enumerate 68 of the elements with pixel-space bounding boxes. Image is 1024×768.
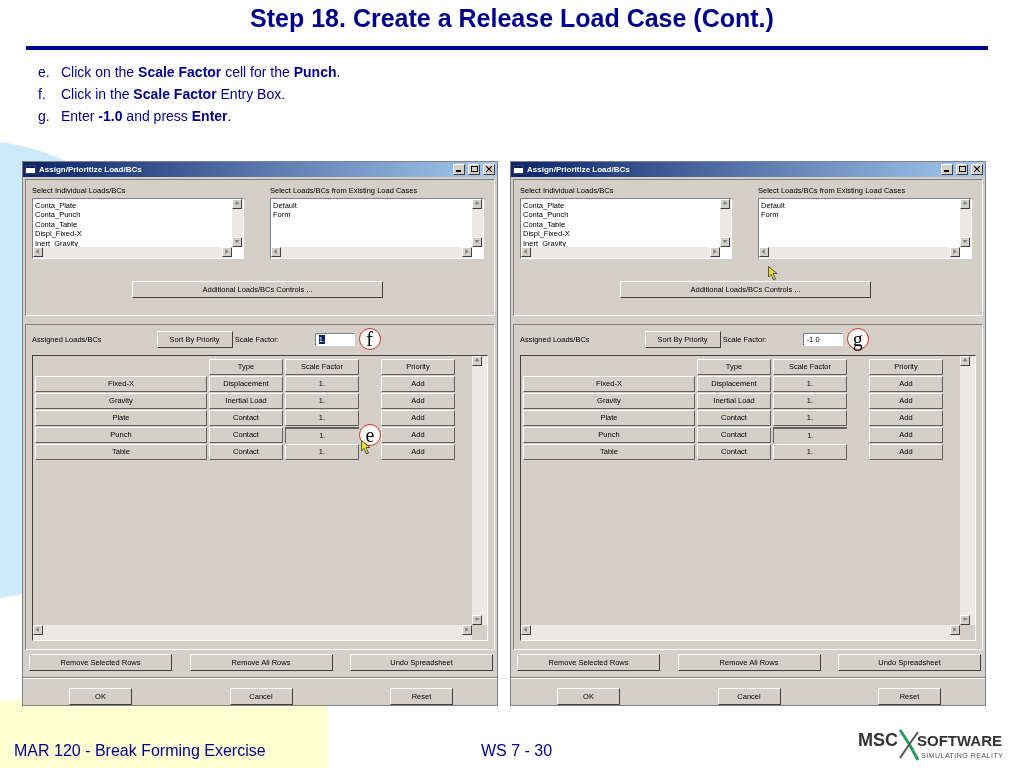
scroll-arrow-button[interactable]: [759, 246, 769, 257]
step-callout: g: [846, 328, 869, 351]
step-marker: e.: [38, 64, 51, 81]
vertical-scrollbar[interactable]: [232, 198, 243, 247]
window-title: Assign/Prioritize Load/BCs: [527, 164, 631, 174]
minimize-button[interactable]: [941, 163, 953, 175]
close-icon: [974, 166, 980, 173]
window-icon: [25, 164, 36, 174]
minimize-button[interactable]: [453, 163, 465, 175]
scroll-arrow-button[interactable]: [472, 614, 482, 625]
scroll-arrow-button[interactable]: [720, 236, 730, 247]
scroll-arrow-button[interactable]: [950, 624, 960, 635]
course-title: MAR 120 - Break Forming Exercise: [14, 742, 266, 760]
scroll-arrow-button[interactable]: [950, 246, 960, 257]
arrow-icon: [522, 625, 530, 635]
scroll-arrow-button[interactable]: [222, 246, 232, 257]
page-number: WS 7 - 30: [481, 742, 553, 760]
arrow-icon: [522, 247, 530, 257]
horizontal-scrollbar[interactable]: [521, 624, 960, 640]
step-text: Enter -1.0 and press Enter.: [61, 108, 232, 125]
step-text: Click in the Scale Factor Entry Box.: [61, 86, 286, 103]
step-marker: g.: [38, 108, 51, 125]
step-callout: f: [358, 328, 381, 351]
close-icon: [486, 166, 492, 173]
scroll-arrow-button[interactable]: [521, 624, 531, 635]
scroll-arrow-button[interactable]: [472, 198, 482, 209]
arrow-icon: [34, 625, 42, 635]
scroll-arrow-button[interactable]: [710, 246, 720, 257]
scroll-arrow-button[interactable]: [960, 614, 970, 625]
scroll-arrow-button[interactable]: [521, 246, 531, 257]
step-text: Click on the Scale Factor cell for the Punch.: [61, 64, 341, 81]
scroll-arrow-button[interactable]: [960, 355, 970, 366]
scroll-arrow-button[interactable]: [232, 236, 242, 247]
horizontal-scrollbar[interactable]: [271, 246, 472, 258]
scroll-arrow-button[interactable]: [720, 198, 730, 209]
arrow-icon: [34, 247, 42, 257]
vertical-scrollbar[interactable]: [720, 198, 731, 247]
close-button[interactable]: [483, 163, 495, 175]
arrow-icon: [272, 247, 280, 257]
scroll-arrow-button[interactable]: [960, 198, 970, 209]
horizontal-scrollbar[interactable]: [759, 246, 960, 258]
scroll-arrow-button[interactable]: [33, 246, 43, 257]
step-callout: e: [359, 423, 381, 446]
window-icon: [513, 164, 524, 174]
vertical-scrollbar[interactable]: [472, 198, 483, 247]
maximize-button[interactable]: [956, 163, 968, 175]
scroll-arrow-button[interactable]: [33, 624, 43, 635]
scroll-arrow-button[interactable]: [472, 236, 482, 247]
horizontal-scrollbar[interactable]: [33, 246, 232, 258]
maximize-button[interactable]: [468, 163, 480, 175]
close-button[interactable]: [971, 163, 983, 175]
slide-title: Step 18. Create a Release Load Case (Cont.): [249, 4, 775, 34]
vertical-scrollbar[interactable]: [960, 198, 971, 247]
scroll-arrow-button[interactable]: [960, 236, 970, 247]
horizontal-scrollbar[interactable]: [33, 624, 472, 640]
step-marker: f.: [38, 86, 47, 103]
horizontal-scrollbar[interactable]: [521, 246, 720, 258]
arrow-icon: [760, 247, 768, 257]
vertical-scrollbar[interactable]: [472, 355, 487, 625]
vertical-scrollbar[interactable]: [960, 355, 975, 625]
scroll-arrow-button[interactable]: [271, 246, 281, 257]
maximize-icon: [958, 166, 966, 173]
scroll-arrow-button[interactable]: [462, 624, 472, 635]
scroll-arrow-button[interactable]: [472, 355, 482, 366]
scroll-arrow-button[interactable]: [462, 246, 472, 257]
scroll-arrow-button[interactable]: [232, 198, 242, 209]
window-title: Assign/Prioritize Load/BCs: [39, 164, 143, 174]
maximize-icon: [470, 166, 478, 173]
